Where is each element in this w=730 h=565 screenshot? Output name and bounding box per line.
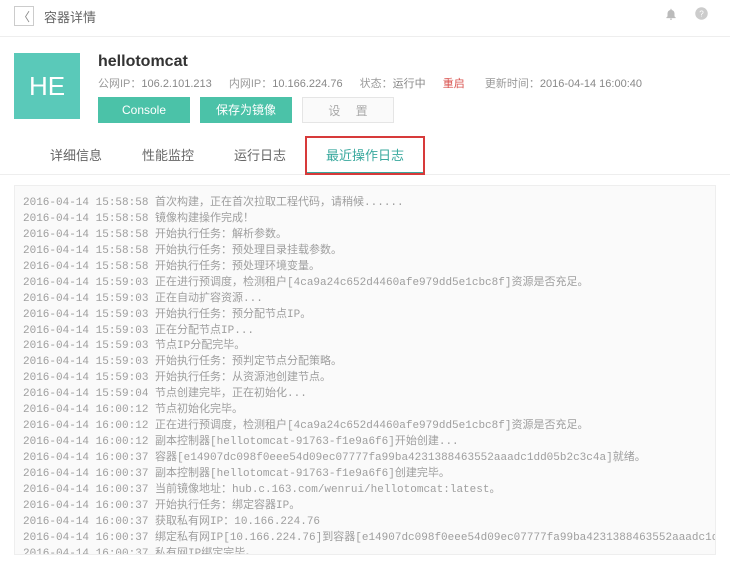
tab-2[interactable]: 运行日志 <box>214 137 306 174</box>
log-line: 2016-04-14 15:59:03 正在分配节点IP... <box>23 324 707 340</box>
help-icon[interactable]: ? <box>686 6 716 26</box>
meta: hellotomcat 公网IP：106.2.101.213 内网IP：10.1… <box>98 53 656 123</box>
status-value: 运行中 <box>393 78 426 90</box>
log-line: 2016-04-14 15:58:58 开始执行任务：预处理环境变量。 <box>23 260 707 276</box>
log-line: 2016-04-14 16:00:37 副本控制器[hellotomcat-91… <box>23 467 707 483</box>
tab-3[interactable]: 最近操作日志 <box>306 137 424 174</box>
tab-0[interactable]: 详细信息 <box>30 137 122 174</box>
back-button[interactable]: 〈 <box>14 6 34 26</box>
page-title: 容器详情 <box>44 7 96 26</box>
log-line: 2016-04-14 16:00:37 开始执行任务：绑定容器IP。 <box>23 499 707 515</box>
log-line: 2016-04-14 16:00:12 副本控制器[hellotomcat-91… <box>23 435 707 451</box>
svg-text:?: ? <box>699 10 704 19</box>
log-line: 2016-04-14 15:59:03 正在进行预调度，检测租户[4ca9a24… <box>23 276 707 292</box>
log-line: 2016-04-14 15:59:04 节点创建完毕，正在初始化... <box>23 387 707 403</box>
header-buttons: Console 保存为镜像 设 置 <box>98 97 656 123</box>
log-line: 2016-04-14 15:59:03 正在自动扩容资源... <box>23 292 707 308</box>
log-line: 2016-04-14 15:59:03 节点IP分配完毕。 <box>23 339 707 355</box>
avatar: HE <box>14 53 80 119</box>
log-line: 2016-04-14 16:00:37 获取私有网IP：10.166.224.7… <box>23 515 707 531</box>
log-line: 2016-04-14 16:00:37 容器[e14907dc098f0eee5… <box>23 451 707 467</box>
console-button[interactable]: Console <box>98 97 190 123</box>
log-line: 2016-04-14 16:00:12 节点初始化完毕。 <box>23 403 707 419</box>
log-panel: 2016-04-14 15:58:58 首次构建，正在首次拉取工程代码，请稍候.… <box>14 185 716 555</box>
log-line: 2016-04-14 16:00:37 私有网IP绑定完毕。 <box>23 547 707 555</box>
log-line: 2016-04-14 16:00:37 绑定私有网IP[10.166.224.7… <box>23 531 707 547</box>
log-line: 2016-04-14 15:59:03 开始执行任务：预判定节点分配策略。 <box>23 355 707 371</box>
private-ip: 10.166.224.76 <box>272 78 342 90</box>
chevron-left-icon: 〈 <box>18 8 30 25</box>
update-label: 更新时间： <box>485 78 540 90</box>
tab-1[interactable]: 性能监控 <box>122 137 214 174</box>
log-line: 2016-04-14 15:59:03 开始执行任务：预分配节点IP。 <box>23 308 707 324</box>
bell-icon[interactable] <box>656 7 686 26</box>
settings-button[interactable]: 设 置 <box>302 97 394 123</box>
log-line: 2016-04-14 15:59:03 开始执行任务：从资源池创建节点。 <box>23 371 707 387</box>
info-line: 公网IP：106.2.101.213 内网IP：10.166.224.76 状态… <box>98 75 656 91</box>
public-ip: 106.2.101.213 <box>141 78 211 90</box>
log-line: 2016-04-14 15:58:58 镜像构建操作完成！ <box>23 212 707 228</box>
tabs: 详细信息性能监控运行日志最近操作日志 <box>0 137 730 175</box>
log-line: 2016-04-14 16:00:12 正在进行预调度，检测租户[4ca9a24… <box>23 419 707 435</box>
container-name: hellotomcat <box>98 53 656 71</box>
header: HE hellotomcat 公网IP：106.2.101.213 内网IP：1… <box>0 37 730 133</box>
top-bar: 〈 容器详情 ? <box>0 0 730 37</box>
save-image-button[interactable]: 保存为镜像 <box>200 97 292 123</box>
log-line: 2016-04-14 15:58:58 开始执行任务：预处理目录挂载参数。 <box>23 244 707 260</box>
status-label: 状态： <box>360 78 393 90</box>
redeploy-link[interactable]: 重启 <box>443 78 465 90</box>
private-ip-label: 内网IP： <box>229 78 272 90</box>
update-time: 2016-04-14 16:00:40 <box>540 78 642 90</box>
public-ip-label: 公网IP： <box>98 78 141 90</box>
log-line: 2016-04-14 16:00:37 当前镜像地址：hub.c.163.com… <box>23 483 707 499</box>
log-line: 2016-04-14 15:58:58 首次构建，正在首次拉取工程代码，请稍候.… <box>23 196 707 212</box>
log-line: 2016-04-14 15:58:58 开始执行任务：解析参数。 <box>23 228 707 244</box>
